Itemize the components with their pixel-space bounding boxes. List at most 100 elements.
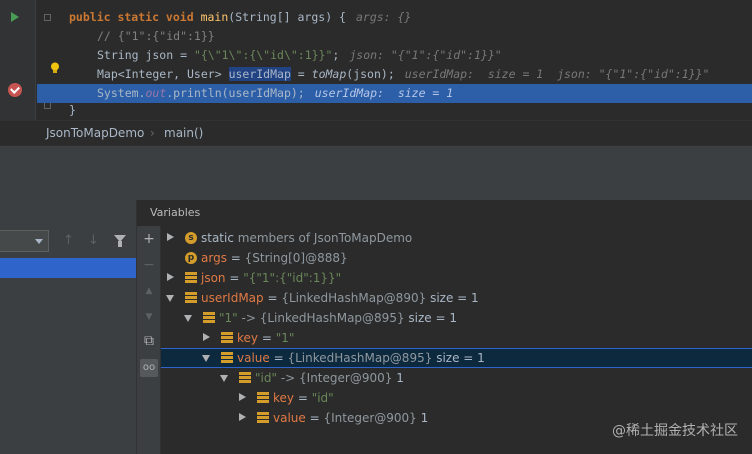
variable-operator: -> <box>237 311 260 325</box>
highlighted-variable[interactable]: userIdMap <box>228 67 291 81</box>
variable-value: {LinkedHashMap@895} <box>287 351 433 365</box>
expand-icon[interactable] <box>203 333 210 341</box>
inline-debug-hint: args: {} <box>355 10 412 24</box>
variable-value: {LinkedHashMap@895} <box>259 311 405 325</box>
expand-icon[interactable] <box>167 233 174 241</box>
remove-watch-icon[interactable]: − <box>140 256 158 274</box>
expand-icon[interactable] <box>239 393 246 401</box>
watches-icon[interactable]: oo <box>140 359 158 377</box>
move-up-icon[interactable]: ▲ <box>140 282 158 300</box>
debug-toolbar-area <box>0 146 752 200</box>
variable-value: "1" <box>275 331 295 345</box>
method-call[interactable]: toMap <box>312 67 347 81</box>
filter-icon[interactable] <box>114 235 126 247</box>
move-down-icon[interactable]: ▼ <box>140 308 158 326</box>
code-editor[interactable]: public static void main(String[] args) {… <box>0 0 752 120</box>
thread-dropdown[interactable] <box>0 230 49 252</box>
code-line: public static void main(String[] args) {… <box>37 8 752 27</box>
variable-name: userIdMap <box>201 291 264 305</box>
variable-operator: = <box>225 271 244 285</box>
variable-size: size = 1 <box>436 351 485 365</box>
variable-operator: = <box>305 411 324 425</box>
variable-row[interactable]: p args = {String[0]@888} <box>161 248 752 268</box>
add-watch-icon[interactable]: + <box>140 230 158 248</box>
variable-row[interactable]: json = "{"1":{"id":1}}" <box>161 268 752 288</box>
collapse-icon[interactable] <box>202 355 210 362</box>
variable-name: json <box>201 271 226 285</box>
variables-panel: Variables + − ▲ ▼ ⧉ oo s static members … <box>137 200 752 454</box>
copy-icon[interactable]: ⧉ <box>140 332 158 350</box>
breadcrumb-class[interactable]: JsonToMapDemo <box>46 126 144 140</box>
frame-down-icon[interactable]: ↓ <box>88 233 99 248</box>
variable-row[interactable]: key = "1" <box>161 328 752 348</box>
variable-value: "id" <box>311 391 334 405</box>
variable-value: {Integer@900} <box>299 371 393 385</box>
variable-value: "{"1":{"id":1}}" <box>243 271 342 285</box>
variable-row[interactable]: userIdMap = {LinkedHashMap@890} size = 1 <box>161 288 752 308</box>
field-icon <box>185 272 197 284</box>
code-text: (String[] args) { <box>228 10 346 24</box>
code-line: String json = "{\"1\":{\"id\":1}}"; json:… <box>37 46 752 65</box>
field-icon <box>257 412 269 424</box>
variable-name: args <box>201 251 227 265</box>
static-badge-icon: s <box>185 232 197 244</box>
code-text: } <box>69 103 76 117</box>
variable-size: size = 1 <box>430 291 479 305</box>
expand-icon[interactable] <box>239 413 246 421</box>
inline-debug-hint: json: "{"1":{"id":1}}" <box>349 48 502 62</box>
variable-operator: = <box>226 251 245 265</box>
code-line: // {"1":{"id":1}} <box>37 27 752 46</box>
frames-panel: ↑ ↓ <box>0 200 137 454</box>
collapse-icon[interactable] <box>220 375 228 382</box>
code-text: .println(userIdMap); <box>166 86 305 100</box>
string-literal: "{\"1\":{\"id\":1}}" <box>193 48 333 62</box>
variables-title: Variables <box>150 206 201 219</box>
code-text: Map<Integer, User> <box>97 67 229 81</box>
run-gutter-icon[interactable] <box>11 12 19 22</box>
variable-value: {String[0]@888} <box>244 251 348 265</box>
breadcrumb-method[interactable]: main() <box>164 126 203 140</box>
expand-icon[interactable] <box>167 273 174 281</box>
variable-row-selected[interactable]: value = {LinkedHashMap@895} size = 1 <box>161 348 752 368</box>
code-text: = <box>290 67 312 81</box>
variable-size: size = 1 <box>408 311 458 325</box>
method-name: main <box>200 10 229 24</box>
variable-operator: = <box>294 391 312 405</box>
variable-value: {Integer@900} <box>323 411 417 425</box>
variable-row[interactable]: "1" -> {LinkedHashMap@895} size = 1 <box>161 308 752 328</box>
code-line: } <box>37 101 752 120</box>
breadcrumb: JsonToMapDemo › main() <box>0 120 752 146</box>
inline-debug-hint: userIdMap: size = 1 json: "{"1":{"id":1}… <box>404 67 710 81</box>
variable-operator: = <box>269 351 288 365</box>
variable-operator: -> <box>277 371 300 385</box>
keyword: public static void <box>69 10 194 24</box>
collapse-icon[interactable] <box>184 315 192 322</box>
variable-operator: = <box>263 291 282 305</box>
collapse-icon[interactable] <box>166 295 174 302</box>
variable-name: value <box>237 351 270 365</box>
parameter-badge-icon: p <box>185 252 197 264</box>
variable-name: static <box>201 231 234 245</box>
static-field: out <box>145 86 167 100</box>
entry-icon <box>239 372 251 384</box>
field-icon <box>185 292 197 304</box>
variable-name: key <box>237 331 259 345</box>
variable-value: members of JsonToMapDemo <box>233 231 413 245</box>
entry-icon <box>203 312 215 324</box>
breadcrumb-separator: › <box>150 126 155 140</box>
frame-up-icon[interactable]: ↑ <box>63 233 74 248</box>
code-comment: // {"1":{"id":1}} <box>97 29 215 43</box>
variable-row[interactable]: s static members of JsonToMapDemo <box>161 228 752 248</box>
variable-name: value <box>273 411 306 425</box>
watermark: @稀土掘金技术社区 <box>612 423 738 439</box>
variables-toolbar: + − ▲ ▼ ⧉ oo <box>137 226 161 454</box>
variable-row[interactable]: "id" -> {Integer@900} 1 <box>161 368 752 388</box>
field-icon <box>221 352 233 364</box>
selected-frame-row[interactable] <box>0 258 136 278</box>
breakpoint-icon[interactable] <box>8 83 22 97</box>
variable-size: 1 <box>396 371 404 385</box>
variable-row[interactable]: key = "id" <box>161 388 752 408</box>
variable-value: {LinkedHashMap@890} <box>281 291 427 305</box>
code-text: (json); <box>346 67 395 81</box>
inline-debug-hint: userIdMap: size = 1 <box>314 86 454 100</box>
